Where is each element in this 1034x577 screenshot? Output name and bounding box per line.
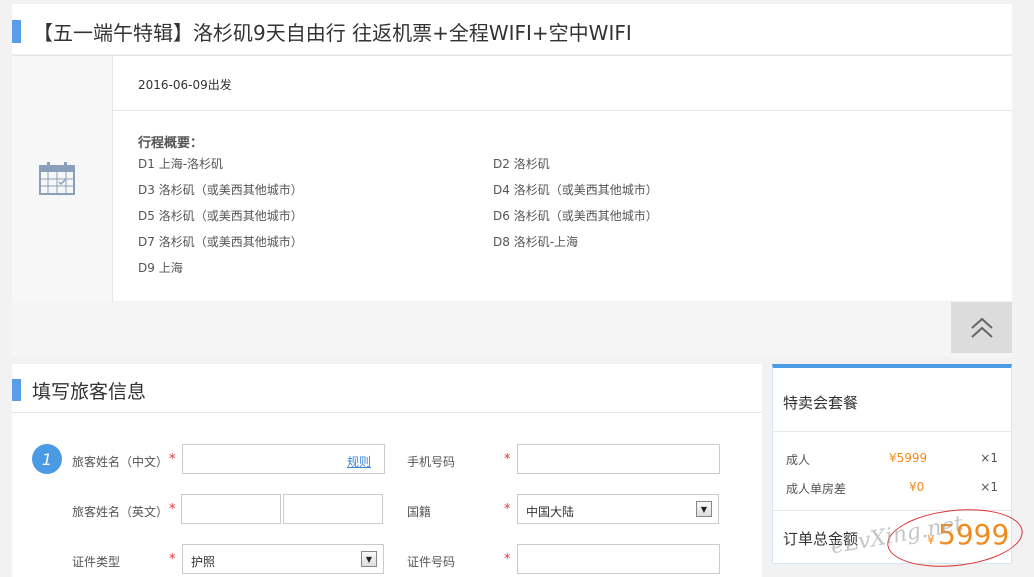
item-price: ¥0 (909, 480, 925, 494)
itinerary-day: D8 洛杉矶-上海 (493, 235, 579, 249)
summary-item-row: 成人 ¥5999 ×1 (773, 451, 1011, 471)
step-badge: 1 (32, 444, 62, 474)
name-cn-input[interactable]: 规则 (182, 444, 385, 474)
itinerary-day: D5 洛杉矶（或美西其他城市） (138, 209, 303, 223)
phone-label: 手机号码 (407, 455, 456, 469)
collapse-strip (12, 302, 1012, 357)
id-type-select[interactable]: 护照 ▼ (182, 544, 384, 574)
itinerary-day: D4 洛杉矶（或美西其他城市） (493, 183, 658, 197)
rule-link[interactable]: 规则 (347, 453, 371, 470)
itinerary-day: D7 洛杉矶（或美西其他城市） (138, 235, 303, 249)
trip-info-panel: 2016-06-09出发 行程概要： D1 上海-洛杉矶 D2 洛杉矶 D3 洛… (12, 55, 1012, 302)
required-mark: * (169, 452, 176, 467)
id-number-label: 证件号码 (407, 555, 456, 569)
divider (773, 431, 1011, 432)
nationality-select[interactable]: 中国大陆 ▼ (517, 494, 719, 524)
itinerary-overview-title: 行程概要： (138, 136, 204, 151)
nationality-value: 中国大陆 (526, 505, 575, 519)
form-accent (12, 379, 21, 401)
required-mark: * (169, 552, 176, 567)
traveler-form-panel: 填写旅客信息 1 旅客姓名（中文） * 规则 手机号码 * 旅客姓名（英文） *… (12, 364, 762, 577)
required-mark: * (169, 502, 176, 517)
required-mark: * (504, 452, 511, 467)
dropdown-arrow-icon: ▼ (696, 501, 712, 517)
title-accent (12, 20, 21, 43)
itinerary-day: D2 洛杉矶 (493, 157, 550, 171)
form-title: 填写旅客信息 (32, 381, 147, 403)
divider (12, 412, 762, 413)
calendar-icon (39, 162, 75, 195)
itinerary-day: D9 上海 (138, 261, 183, 275)
id-type-value: 护照 (191, 555, 216, 569)
itinerary-day: D1 上海-洛杉矶 (138, 157, 224, 171)
depart-date: 2016-06-09出发 (138, 78, 232, 92)
id-type-label: 证件类型 (72, 555, 121, 569)
title-bar: 【五一端午特辑】洛杉矶9天自由行 往返机票+全程WIFI+空中WIFI (12, 4, 1012, 54)
id-number-input[interactable] (517, 544, 720, 574)
phone-input[interactable] (517, 444, 720, 474)
summary-item-row: 成人单房差 ¥0 ×1 (773, 480, 1011, 500)
required-mark: * (504, 502, 511, 517)
item-qty: ×1 (980, 480, 998, 494)
surname-en-input[interactable] (181, 494, 281, 524)
double-chevron-up-icon (970, 317, 993, 338)
item-name: 成人单房差 (786, 482, 847, 496)
collapse-button[interactable] (951, 302, 1012, 353)
given-name-en-input[interactable] (283, 494, 383, 524)
dropdown-arrow-icon: ▼ (361, 551, 377, 567)
itinerary-day: D6 洛杉矶（或美西其他城市） (493, 209, 658, 223)
item-qty: ×1 (980, 451, 998, 465)
package-title: 特卖会套餐 (783, 394, 859, 412)
page-title: 【五一端午特辑】洛杉矶9天自由行 往返机票+全程WIFI+空中WIFI (33, 21, 632, 45)
item-name: 成人 (786, 453, 811, 467)
name-en-label: 旅客姓名（英文） (72, 505, 169, 519)
required-mark: * (504, 552, 511, 567)
itinerary-day: D3 洛杉矶（或美西其他城市） (138, 183, 303, 197)
divider (113, 110, 1012, 111)
item-price: ¥5999 (889, 451, 928, 465)
trip-icon-column (12, 56, 113, 302)
nationality-label: 国籍 (407, 505, 432, 519)
name-cn-label: 旅客姓名（中文） (72, 455, 169, 469)
